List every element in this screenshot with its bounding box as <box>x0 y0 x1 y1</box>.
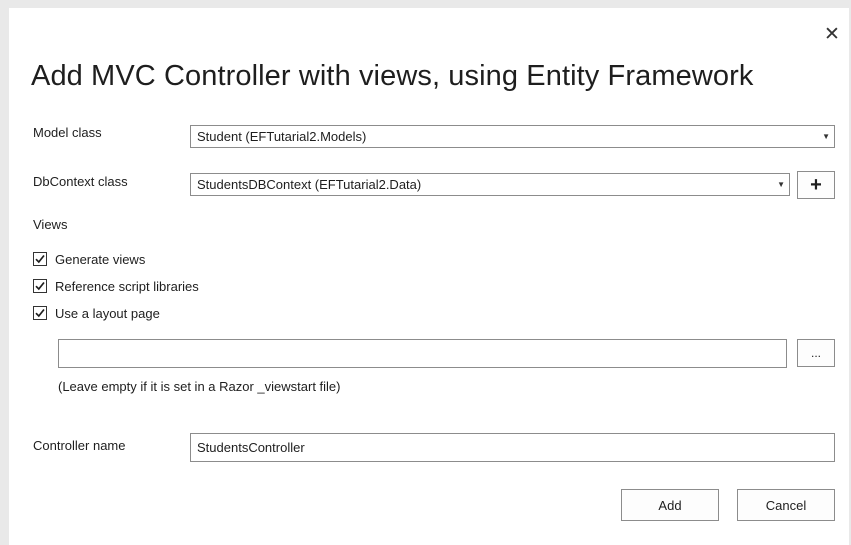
controller-name-label: Controller name <box>33 438 126 453</box>
close-button[interactable]: ✕ <box>819 21 845 47</box>
add-controller-dialog: ✕ Add MVC Controller with views, using E… <box>9 8 849 545</box>
add-dbcontext-button[interactable]: + <box>797 171 835 199</box>
dbcontext-class-value: StudentsDBContext (EFTutarial2.Data) <box>197 177 422 192</box>
use-layout-page-label: Use a layout page <box>55 305 160 321</box>
reference-script-libraries-checkbox[interactable]: Reference script libraries <box>33 277 199 295</box>
checkmark-icon <box>35 254 45 264</box>
checkbox-box[interactable] <box>33 279 47 293</box>
add-button[interactable]: Add <box>621 489 719 521</box>
dbcontext-class-label: DbContext class <box>33 174 128 189</box>
checkmark-icon <box>35 281 45 291</box>
generate-views-checkbox[interactable]: Generate views <box>33 250 145 268</box>
model-class-value: Student (EFTutarial2.Models) <box>197 129 367 144</box>
close-icon: ✕ <box>824 23 840 45</box>
checkbox-box[interactable] <box>33 252 47 266</box>
checkbox-box[interactable] <box>33 306 47 320</box>
chevron-down-icon: ▼ <box>822 132 830 141</box>
layout-page-input[interactable] <box>58 339 787 368</box>
use-layout-page-checkbox[interactable]: Use a layout page <box>33 304 160 322</box>
generate-views-label: Generate views <box>55 251 146 267</box>
dialog-title: Add MVC Controller with views, using Ent… <box>31 60 754 92</box>
layout-page-hint: (Leave empty if it is set in a Razor _vi… <box>58 379 341 394</box>
views-section-label: Views <box>33 217 68 232</box>
reference-script-libraries-label: Reference script libraries <box>55 278 199 294</box>
controller-name-input[interactable] <box>190 433 835 462</box>
cancel-button[interactable]: Cancel <box>737 489 835 521</box>
checkmark-icon <box>35 308 45 318</box>
browse-layout-button[interactable]: ... <box>797 339 835 367</box>
model-class-combobox[interactable]: Student (EFTutarial2.Models) ▼ <box>190 125 835 148</box>
dbcontext-class-combobox[interactable]: StudentsDBContext (EFTutarial2.Data) ▼ <box>190 173 790 196</box>
model-class-label: Model class <box>33 125 102 140</box>
chevron-down-icon: ▼ <box>777 180 785 189</box>
